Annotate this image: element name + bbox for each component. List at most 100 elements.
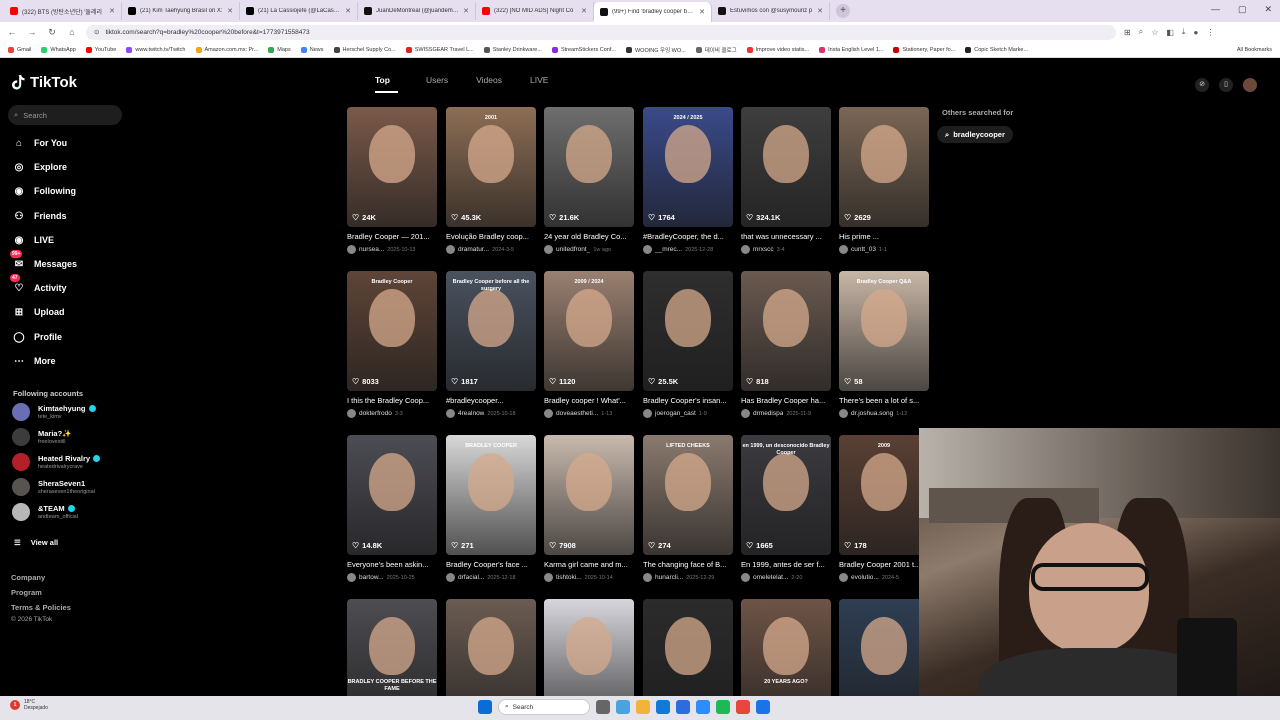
taskbar-search[interactable]: ⌕ Search <box>498 699 590 715</box>
search-input[interactable]: ⌕ Search <box>8 105 122 125</box>
following-account[interactable]: Maria?✨ freelovestill <box>12 428 72 446</box>
bookmark-item[interactable]: SWISSGEAR Travel L... <box>405 46 474 53</box>
video-card[interactable]: LIFTED CHEEKS ♡ 274 The changing face of B.… <box>643 435 733 582</box>
video-title[interactable]: I this the Bradley Coop... <box>347 396 435 405</box>
following-account[interactable]: SheraSeven1 sheraseven1theoriginal <box>12 478 95 496</box>
creator-name[interactable]: nursea... <box>359 246 384 253</box>
install-icon[interactable]: ⊞ <box>1124 28 1131 37</box>
bookmark-item[interactable]: Improve video statis... <box>746 46 809 53</box>
video-title[interactable]: Bradley cooper ! What'... <box>544 396 632 405</box>
video-title[interactable]: #BradleyCooper, the d... <box>643 232 731 241</box>
star-icon[interactable]: ☆ <box>1151 28 1158 37</box>
close-window-icon[interactable]: ✕ <box>1264 4 1272 15</box>
all-bookmarks-button[interactable]: All Bookmarks <box>1237 47 1272 53</box>
following-account[interactable]: Kimtaehyung tete_kimv <box>12 403 96 421</box>
video-thumbnail[interactable]: Bradley Cooper Q&A ♡ 58 <box>839 271 929 391</box>
following-account[interactable]: Heated Rivalry heatedrivalrycrave <box>12 453 101 471</box>
bookmark-item[interactable]: Amazon.com.mx: Pr... <box>195 46 258 53</box>
user-avatar-icon[interactable] <box>1243 78 1257 92</box>
bookmark-item[interactable]: Insta English Level 1... <box>819 46 883 53</box>
video-thumbnail[interactable]: ♡ 324.1K <box>741 107 831 227</box>
video-thumbnail[interactable]: 2009 ♡ 178 <box>839 435 929 555</box>
zoom-app-icon[interactable] <box>696 700 710 714</box>
video-title[interactable]: There's been a lot of s... <box>839 396 927 405</box>
nav-item-upload[interactable]: ⊞ Upload <box>12 305 65 319</box>
nav-item-activity[interactable]: ♡ 47 Activity <box>10 274 67 295</box>
video-card[interactable]: 2001 ♡ 45.3K Evolução Bradley coop... dramat… <box>446 107 536 254</box>
others-searched-chip[interactable]: ⌕ bradleycooper <box>937 126 1013 143</box>
video-title[interactable]: Has Bradley Cooper ha... <box>741 396 829 405</box>
footer-program[interactable]: Program <box>11 588 42 597</box>
video-card[interactable]: Bradley Cooper ♡ 8033 I this the Bradley Co… <box>347 271 437 418</box>
chrome-icon[interactable] <box>736 700 750 714</box>
bookmark-item[interactable]: News <box>300 46 324 53</box>
video-card[interactable]: 2009 ♡ 178 Bradley Cooper 2001 t... evolutio… <box>839 435 929 582</box>
chrome-profile-icon[interactable] <box>756 700 770 714</box>
creator-avatar[interactable] <box>347 573 356 582</box>
video-card[interactable]: Bradley Cooper Q&A ♡ 58 There's been a lot … <box>839 271 929 418</box>
video-thumbnail[interactable]: 2024 / 2025 ♡ 1764 <box>643 107 733 227</box>
footer-terms[interactable]: Terms & Policies <box>11 603 71 612</box>
bookmark-item[interactable]: Stationery, Paper fo... <box>893 46 955 53</box>
task-view-icon[interactable] <box>596 700 610 714</box>
video-card[interactable]: BRADLEY COOPER ♡ 271 Bradley Cooper's face … <box>446 435 536 582</box>
browser-tab[interactable]: (322) [NO MID ADS] Night Co ✕ <box>476 2 594 20</box>
creator-name[interactable]: drmedispa <box>753 410 783 417</box>
view-all-button[interactable]: ☰ View all <box>14 538 58 547</box>
video-thumbnail[interactable]: ♡ 24K <box>347 107 437 227</box>
tab-close-icon[interactable]: ✕ <box>345 7 351 15</box>
creator-name[interactable]: joerogan_cast <box>655 410 696 417</box>
maximize-icon[interactable]: ▢ <box>1238 4 1247 15</box>
nav-item-following[interactable]: ◉ Following <box>12 184 76 198</box>
creator-name[interactable]: cuntt_03 <box>851 246 876 253</box>
bookmark-item[interactable]: WOOING 우잉 WO... <box>625 46 686 54</box>
creator-avatar[interactable] <box>741 245 750 254</box>
video-thumbnail[interactable]: Bradley Cooper ♡ 8033 <box>347 271 437 391</box>
creator-avatar[interactable] <box>741 573 750 582</box>
creator-avatar[interactable] <box>446 573 455 582</box>
creator-name[interactable]: evolutio... <box>851 574 879 581</box>
video-title[interactable]: Evolução Bradley coop... <box>446 232 534 241</box>
creator-name[interactable]: __mrec... <box>655 246 682 253</box>
tab-videos[interactable]: Videos <box>476 75 502 93</box>
reload-icon[interactable]: ↻ <box>46 27 58 38</box>
creator-name[interactable]: doveaestheti... <box>556 410 598 417</box>
creator-avatar[interactable] <box>643 245 652 254</box>
video-card[interactable]: ♡ 7908 Karma girl came and m... tishtoki...… <box>544 435 634 582</box>
bookmark-item[interactable]: YouTube <box>85 46 116 53</box>
video-thumbnail[interactable]: BRADLEY COOPER ♡ 271 <box>446 435 536 555</box>
tiktok-logo[interactable]: TikTok <box>12 74 77 91</box>
video-title[interactable]: Bradley Cooper's insan... <box>643 396 731 405</box>
copilot-icon[interactable] <box>616 700 630 714</box>
download-icon[interactable]: ⤓ <box>1182 27 1186 37</box>
video-card[interactable]: Bradley Cooper before all the surgery ♡ 18… <box>446 271 536 418</box>
creator-avatar[interactable] <box>446 245 455 254</box>
tab-top[interactable]: Top <box>375 75 398 93</box>
home-browser-icon[interactable]: ⌂ <box>66 27 78 37</box>
video-card[interactable]: ♡ 818 Has Bradley Cooper ha... drmedispa 202… <box>741 271 831 418</box>
tab-close-icon[interactable]: ✕ <box>699 8 705 16</box>
video-card[interactable]: 2024 / 2025 ♡ 1764 #BradleyCooper, the d...… <box>643 107 733 254</box>
creator-avatar[interactable] <box>839 573 848 582</box>
tab-close-icon[interactable]: ✕ <box>109 7 115 15</box>
video-thumbnail[interactable]: LIFTED CHEEKS ♡ 274 <box>643 435 733 555</box>
browser-tab[interactable]: Estuvimos con @susymouriz p ✕ <box>712 2 830 20</box>
menu-icon[interactable]: ⋮ <box>1206 28 1214 37</box>
creator-avatar[interactable] <box>839 409 848 418</box>
tab-close-icon[interactable]: ✕ <box>581 7 587 15</box>
bookmark-item[interactable]: www.twitch.tv/Twitch <box>126 46 186 53</box>
video-card[interactable]: ♡ 21.6K 24 year old Bradley Co... unitedfro… <box>544 107 634 254</box>
zoom-icon[interactable]: ⌕ <box>1139 27 1143 37</box>
tab-live[interactable]: LIVE <box>530 75 548 93</box>
nav-item-for-you[interactable]: ⌂ For You <box>12 136 67 150</box>
bookmark-item[interactable]: 데이비 클로그 <box>695 46 737 54</box>
video-card[interactable]: en 1999, un desconocido Bradley Cooper ♡ 1… <box>741 435 831 582</box>
video-title[interactable]: 24 year old Bradley Co... <box>544 232 632 241</box>
creator-name[interactable]: dr.joshua.song <box>851 410 893 417</box>
creator-avatar[interactable] <box>643 573 652 582</box>
video-card[interactable]: ♡ 2629 His prime ... cuntt_03 1-1 <box>839 107 929 254</box>
bookmark-item[interactable]: Herschel Supply Co... <box>333 46 396 53</box>
creator-avatar[interactable] <box>741 409 750 418</box>
video-thumbnail[interactable]: en 1999, un desconocido Bradley Cooper ♡ 1… <box>741 435 831 555</box>
video-card[interactable]: ♡ 24K Bradley Cooper — 201... nursea... 2025… <box>347 107 437 254</box>
